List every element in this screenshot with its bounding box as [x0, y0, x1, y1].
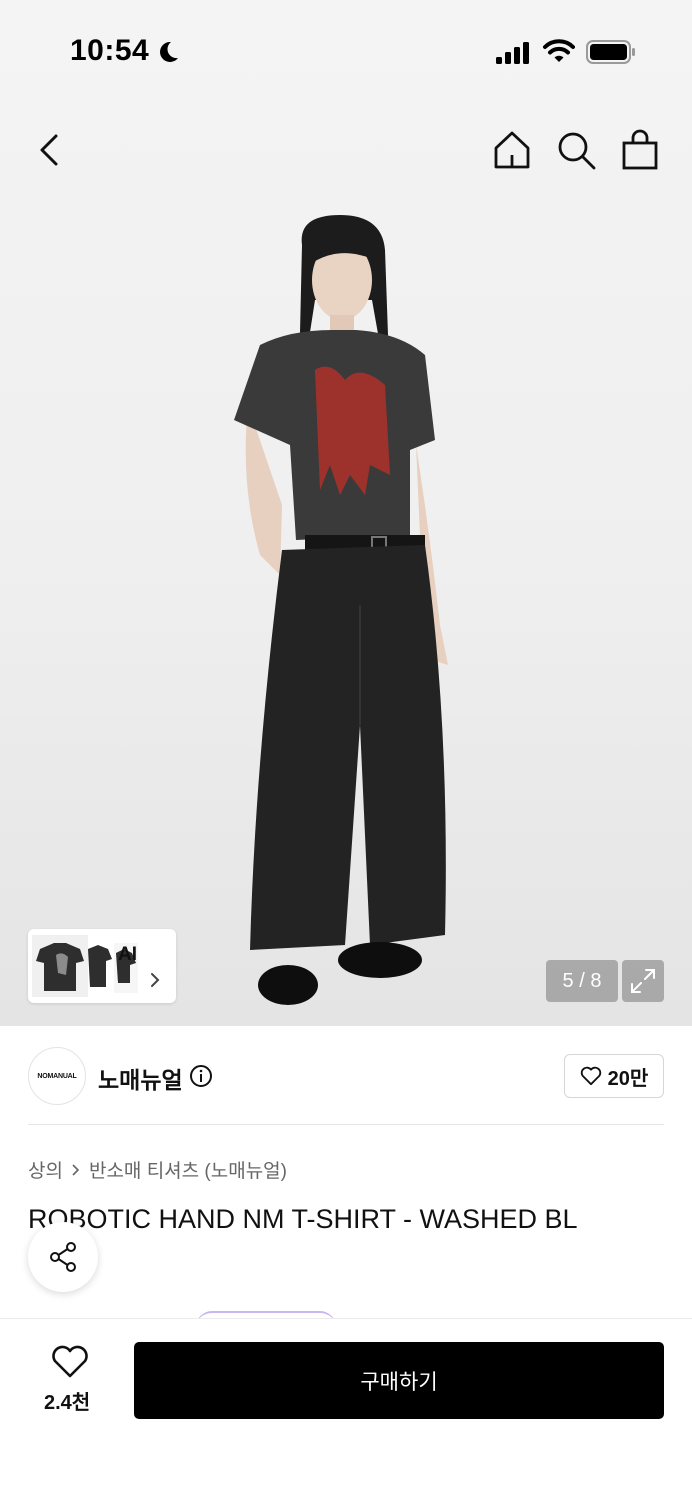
buy-button[interactable]: 구매하기	[134, 1342, 664, 1419]
wifi-icon	[543, 39, 575, 62]
wishlist-count: 2.4천	[44, 1392, 91, 1414]
info-icon[interactable]	[189, 1064, 213, 1088]
home-icon[interactable]	[490, 128, 534, 172]
status-time: 10:54	[70, 34, 150, 67]
product-model-photo	[234, 215, 448, 1005]
ai-similar-items-card[interactable]	[28, 929, 176, 1003]
share-button[interactable]	[28, 1222, 98, 1292]
expand-button[interactable]	[622, 960, 664, 1002]
expand-icon	[631, 969, 655, 993]
breadcrumb-subcategory[interactable]: 반소매 티셔츠 (노매뉴얼)	[89, 1156, 287, 1183]
image-counter: 5 / 8	[546, 960, 618, 1002]
signal-icon	[496, 42, 529, 64]
brand-logo[interactable]: NOMANUAL	[28, 1047, 86, 1105]
wishlist-heart-icon[interactable]	[50, 1344, 90, 1380]
share-icon	[50, 1242, 76, 1272]
brand-logo-text: NOMANUAL	[37, 1072, 77, 1080]
breadcrumb-category[interactable]: 상의	[28, 1156, 63, 1183]
chevron-right-icon	[72, 1163, 80, 1176]
brand-like-button[interactable]: 20만	[564, 1054, 664, 1098]
ai-label: AI	[118, 944, 137, 965]
product-title: ROBOTIC HAND NM T-SHIRT - WASHED BL	[28, 1204, 578, 1234]
brand-like-count: 20만	[607, 1067, 649, 1090]
brand-name[interactable]: 노매뉴얼	[98, 1061, 183, 1095]
breadcrumb: 상의 반소매 티셔츠 (노매뉴얼)	[28, 1156, 287, 1183]
battery-icon	[586, 40, 635, 64]
divider	[28, 1124, 664, 1125]
moon-icon	[160, 41, 178, 62]
heart-icon	[580, 1066, 601, 1086]
back-arrow-icon[interactable]	[28, 128, 72, 172]
shopping-bag-icon[interactable]	[618, 128, 662, 172]
chevron-right-icon	[151, 973, 160, 987]
search-icon[interactable]	[554, 128, 598, 172]
